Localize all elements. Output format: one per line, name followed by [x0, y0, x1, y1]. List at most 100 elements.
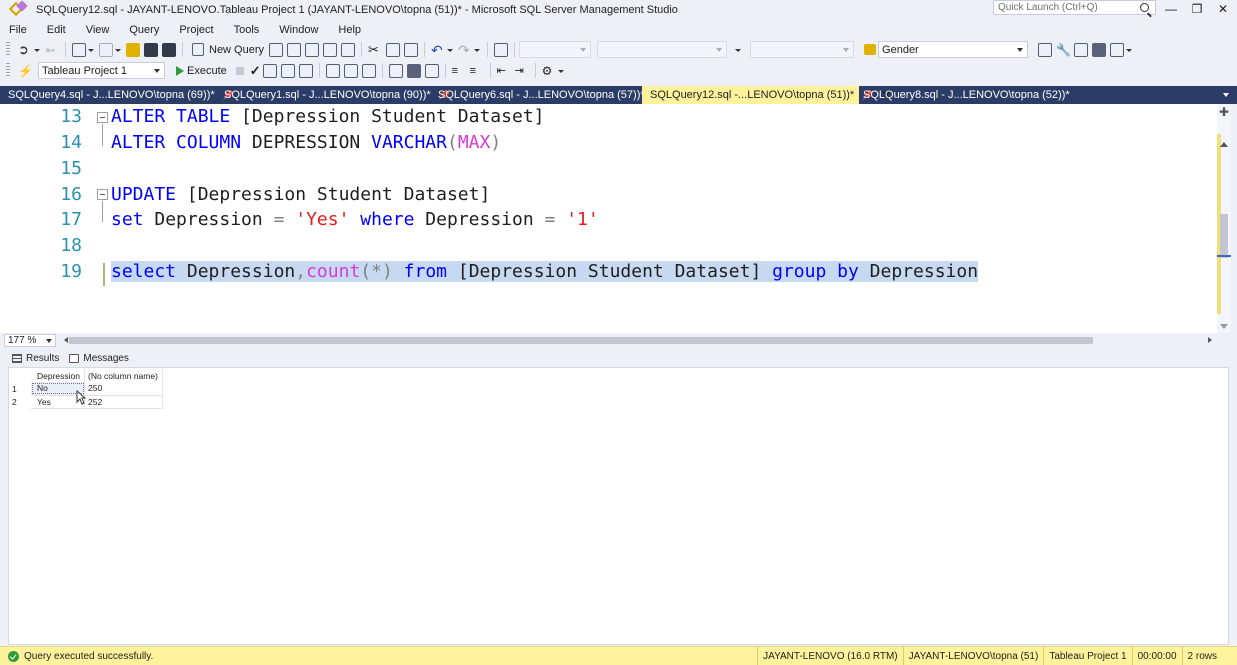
restore-button[interactable]: ❐: [1183, 0, 1211, 18]
add-item-dropdown-icon[interactable]: [115, 43, 121, 57]
find-combo[interactable]: Gender: [878, 41, 1029, 58]
activity-monitor-icon[interactable]: [494, 42, 509, 57]
new-project-dropdown-icon[interactable]: [88, 43, 94, 57]
redo-dropdown-icon[interactable]: [474, 43, 481, 57]
grid-cell[interactable]: 252: [84, 395, 163, 409]
scroll-down-arrow-icon[interactable]: [1220, 324, 1228, 329]
intellisense-icon[interactable]: [298, 63, 313, 78]
results-grid[interactable]: Depression (No column name) 1 No 250 2 Y…: [9, 369, 163, 409]
find-in-files-icon[interactable]: [864, 44, 877, 55]
toolbar-grip[interactable]: [6, 63, 10, 78]
results-to-file-icon[interactable]: [424, 63, 439, 78]
column-header[interactable]: (No column name): [84, 369, 163, 382]
cancel-query-icon[interactable]: [235, 66, 244, 75]
registered-servers-icon[interactable]: [1038, 42, 1053, 57]
forward-icon[interactable]: ➳: [45, 43, 59, 57]
menu-edit[interactable]: Edit: [47, 24, 66, 36]
decrease-indent-icon[interactable]: ⇤: [497, 64, 511, 78]
available-databases-combo[interactable]: Tableau Project 1: [38, 62, 165, 79]
results-to-text-icon[interactable]: [388, 63, 403, 78]
menu-project[interactable]: Project: [179, 24, 213, 36]
database-engine-query-icon[interactable]: [269, 42, 284, 57]
live-query-statistics-icon[interactable]: [343, 63, 358, 78]
menu-help[interactable]: Help: [338, 24, 361, 36]
comment-out-icon[interactable]: ≡: [452, 64, 466, 78]
back-dropdown-icon[interactable]: [34, 43, 40, 57]
save-all-icon[interactable]: [162, 42, 176, 57]
solution-platforms-combo[interactable]: [597, 41, 728, 58]
new-project-icon[interactable]: [72, 42, 86, 57]
tab-sqlquery1[interactable]: SQLQuery1.sql - J...LENOVO\topna (90))* 📌: [216, 86, 450, 104]
row-number[interactable]: 2: [9, 395, 31, 408]
analysis-services-xmla-query-icon[interactable]: [323, 42, 338, 57]
toolbar-separator: [318, 63, 320, 78]
scroll-up-arrow-icon[interactable]: [1220, 142, 1228, 147]
platforms-dropdown-icon[interactable]: [735, 43, 742, 57]
open-file-icon[interactable]: [126, 42, 140, 57]
caret-position-marker: [1217, 255, 1231, 257]
toolbar-options-dropdown-icon[interactable]: [1126, 43, 1133, 57]
tab-sqlquery6[interactable]: SQLQuery6.sql - J...LENOVO\topna (57))*📌: [430, 86, 664, 104]
copy-icon[interactable]: [386, 42, 401, 57]
minimize-button[interactable]: —: [1157, 0, 1185, 18]
cut-icon[interactable]: ✂: [368, 42, 382, 57]
undo-icon[interactable]: ↶: [431, 43, 445, 57]
redo-icon[interactable]: ↷: [458, 43, 472, 57]
quick-launch-input[interactable]: Quick Launch (Ctrl+Q): [993, 0, 1156, 15]
tab-sqlquery8[interactable]: SQLQuery8.sql - J...LENOVO\topna (52))*: [855, 86, 1070, 104]
analysis-services-dax-query-icon[interactable]: [341, 42, 356, 57]
save-icon[interactable]: [144, 42, 158, 57]
split-window-icon[interactable]: ✚: [1218, 106, 1230, 118]
menu-query[interactable]: Query: [129, 24, 159, 36]
solution-configurations-combo[interactable]: [519, 41, 592, 58]
output-window-icon[interactable]: [1110, 42, 1125, 57]
toolbar-options-dropdown-icon[interactable]: [557, 64, 564, 78]
add-item-icon[interactable]: [99, 42, 113, 57]
back-icon[interactable]: ➲: [18, 42, 32, 57]
tab-sqlquery12[interactable]: SQLQuery12.sql -...LENOVO\topna (51))* 📌 ✕: [642, 86, 891, 104]
include-client-statistics-icon[interactable]: [361, 63, 376, 78]
collapse-toggle[interactable]: [97, 189, 108, 200]
menu-view[interactable]: View: [86, 24, 110, 36]
object-explorer-icon[interactable]: [1074, 42, 1089, 57]
tab-messages[interactable]: Messages: [69, 353, 129, 364]
parse-check-icon[interactable]: ✓: [250, 63, 261, 79]
scroll-thumb[interactable]: [1220, 214, 1228, 258]
horizontal-scroll-thumb[interactable]: [69, 337, 1093, 344]
results-to-grid-icon[interactable]: [406, 63, 421, 78]
paste-icon[interactable]: [404, 42, 419, 57]
row-number[interactable]: 1: [9, 382, 31, 395]
menu-window[interactable]: Window: [279, 24, 318, 36]
menu-tools[interactable]: Tools: [234, 24, 260, 36]
row-number-header[interactable]: [9, 369, 31, 382]
query-options-icon[interactable]: [280, 63, 295, 78]
toolbox-icon[interactable]: [1092, 42, 1107, 57]
menu-file[interactable]: File: [9, 24, 27, 36]
scroll-left-arrow-icon[interactable]: [64, 337, 68, 343]
uncomment-icon[interactable]: ≡: [470, 64, 484, 78]
properties-wrench-icon[interactable]: 🔧: [1056, 43, 1071, 57]
tab-results[interactable]: Results: [12, 353, 59, 364]
sql-editor[interactable]: 13 14 15 16 17 18 19 ALTER TABLE [Depres…: [0, 104, 1217, 333]
new-query-button[interactable]: New Query: [187, 43, 267, 56]
zoom-combo[interactable]: 177 %: [4, 333, 56, 347]
collapse-toggle[interactable]: [97, 112, 108, 123]
increase-indent-icon[interactable]: ⇥: [515, 64, 529, 78]
include-actual-plan-icon[interactable]: [325, 63, 340, 78]
analysis-services-dmx-query-icon[interactable]: [305, 42, 320, 57]
tab-overflow-chevron-down-icon[interactable]: [1223, 93, 1229, 97]
analysis-services-mdx-query-icon[interactable]: [287, 42, 302, 57]
connect-icon[interactable]: ⚡: [18, 64, 33, 78]
debug-target-combo[interactable]: [750, 41, 855, 58]
display-estimated-plan-icon[interactable]: [262, 63, 277, 78]
toolbar-grip[interactable]: [6, 42, 10, 57]
close-button[interactable]: ✕: [1209, 0, 1237, 18]
undo-dropdown-icon[interactable]: [447, 43, 454, 57]
scroll-right-arrow-icon[interactable]: [1208, 337, 1212, 343]
execute-button[interactable]: Execute: [173, 65, 230, 77]
specify-template-values-icon[interactable]: ⚙: [542, 64, 556, 78]
editor-vertical-scrollbar[interactable]: [1217, 104, 1231, 333]
column-header[interactable]: Depression: [31, 369, 85, 382]
grid-cell[interactable]: 250: [84, 382, 163, 396]
tab-sqlquery4[interactable]: SQLQuery4.sql - J...LENOVO\topna (69))* 📌: [0, 86, 234, 104]
